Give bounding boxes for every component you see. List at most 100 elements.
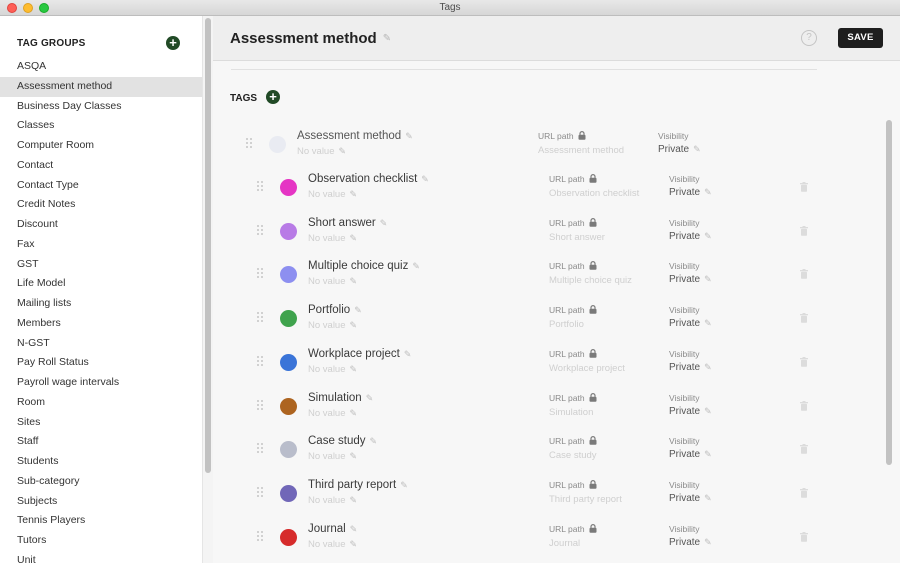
visibility-value[interactable]: Private ✎ bbox=[669, 362, 712, 373]
edit-description-pencil-icon[interactable]: ✎ bbox=[350, 189, 358, 199]
main-scrollbar-thumb[interactable] bbox=[886, 120, 892, 465]
drag-handle-icon[interactable] bbox=[257, 181, 263, 191]
tag-name[interactable]: Portfolio ✎ bbox=[308, 304, 362, 316]
sidebar-item[interactable]: Business Day Classes bbox=[0, 97, 202, 117]
sidebar-item[interactable]: Members bbox=[0, 314, 202, 334]
edit-name-pencil-icon[interactable]: ✎ bbox=[350, 524, 358, 534]
visibility-value[interactable]: Private ✎ bbox=[669, 187, 712, 198]
tag-name[interactable]: Short answer ✎ bbox=[308, 217, 387, 229]
tag-description[interactable]: No value ✎ bbox=[308, 320, 357, 331]
edit-visibility-pencil-icon[interactable]: ✎ bbox=[704, 362, 712, 372]
drag-handle-icon[interactable] bbox=[257, 486, 263, 497]
tag-color-swatch[interactable] bbox=[280, 310, 297, 328]
tag-color-swatch[interactable] bbox=[280, 397, 297, 415]
delete-tag-trash-icon[interactable] bbox=[800, 179, 808, 192]
delete-tag-trash-icon[interactable] bbox=[800, 529, 808, 542]
drag-handle-icon[interactable] bbox=[257, 355, 263, 366]
tag-name[interactable]: Third party report ✎ bbox=[308, 479, 408, 491]
visibility-value[interactable]: Private ✎ bbox=[669, 493, 712, 504]
sidebar-item[interactable]: Subjects bbox=[0, 492, 202, 512]
sidebar-item[interactable]: Credit Notes bbox=[0, 195, 202, 215]
tag-name[interactable]: Multiple choice quiz ✎ bbox=[308, 260, 420, 272]
visibility-value[interactable]: Private ✎ bbox=[669, 537, 712, 548]
tag-description[interactable]: No value ✎ bbox=[308, 451, 357, 462]
tag-description[interactable]: No value ✎ bbox=[308, 189, 357, 200]
delete-tag-trash-icon[interactable] bbox=[800, 310, 808, 323]
edit-visibility-pencil-icon[interactable]: ✎ bbox=[704, 493, 712, 503]
tag-description[interactable]: No value ✎ bbox=[308, 364, 357, 375]
edit-name-pencil-icon[interactable]: ✎ bbox=[405, 131, 413, 141]
tag-color-swatch[interactable] bbox=[269, 136, 286, 153]
drag-handle-icon[interactable] bbox=[246, 138, 252, 148]
sidebar-scrollbar[interactable] bbox=[202, 16, 213, 563]
edit-name-pencil-icon[interactable]: ✎ bbox=[366, 393, 374, 403]
sidebar-item[interactable]: Contact Type bbox=[0, 176, 202, 196]
tag-color-swatch[interactable] bbox=[280, 179, 297, 196]
tag-color-swatch[interactable] bbox=[280, 528, 297, 546]
drag-handle-icon[interactable] bbox=[257, 268, 263, 279]
tag-name[interactable]: Observation checklist ✎ bbox=[308, 173, 429, 185]
add-tag-group-button[interactable]: + bbox=[166, 36, 180, 50]
sidebar-item[interactable]: Fax bbox=[0, 235, 202, 255]
visibility-value[interactable]: Private ✎ bbox=[669, 449, 712, 460]
tag-name[interactable]: Journal ✎ bbox=[308, 523, 357, 535]
tag-name[interactable]: Workplace project ✎ bbox=[308, 348, 411, 360]
sidebar-item[interactable]: Unit bbox=[0, 551, 202, 563]
sidebar-item[interactable]: Discount bbox=[0, 215, 202, 235]
visibility-value[interactable]: Private ✎ bbox=[658, 144, 701, 155]
delete-tag-trash-icon[interactable] bbox=[800, 441, 808, 454]
sidebar-item[interactable]: Computer Room bbox=[0, 136, 202, 156]
edit-visibility-pencil-icon[interactable]: ✎ bbox=[704, 406, 712, 416]
sidebar-item[interactable]: Mailing lists bbox=[0, 294, 202, 314]
edit-description-pencil-icon[interactable]: ✎ bbox=[350, 495, 358, 505]
sidebar-item[interactable]: N-GST bbox=[0, 334, 202, 354]
sidebar-item[interactable]: GST bbox=[0, 255, 202, 275]
edit-description-pencil-icon[interactable]: ✎ bbox=[350, 539, 358, 549]
visibility-value[interactable]: Private ✎ bbox=[669, 406, 712, 417]
tag-color-swatch[interactable] bbox=[280, 222, 297, 240]
help-icon[interactable]: ? bbox=[801, 30, 817, 46]
delete-tag-trash-icon[interactable] bbox=[800, 398, 808, 411]
visibility-value[interactable]: Private ✎ bbox=[669, 274, 712, 285]
drag-handle-icon[interactable] bbox=[257, 312, 263, 323]
edit-visibility-pencil-icon[interactable]: ✎ bbox=[693, 144, 701, 154]
add-tag-button[interactable]: + bbox=[266, 90, 280, 104]
tag-name[interactable]: Assessment method ✎ bbox=[297, 130, 413, 142]
edit-visibility-pencil-icon[interactable]: ✎ bbox=[704, 274, 712, 284]
sidebar-item[interactable]: Tennis Players bbox=[0, 511, 202, 531]
edit-name-pencil-icon[interactable]: ✎ bbox=[400, 480, 408, 490]
sidebar-item[interactable]: Sites bbox=[0, 413, 202, 433]
tag-color-swatch[interactable] bbox=[280, 266, 297, 284]
sidebar-item[interactable]: Tutors bbox=[0, 531, 202, 551]
sidebar-item[interactable]: Classes bbox=[0, 116, 202, 136]
delete-tag-trash-icon[interactable] bbox=[800, 485, 808, 498]
edit-visibility-pencil-icon[interactable]: ✎ bbox=[704, 449, 712, 459]
sidebar-scrollbar-thumb[interactable] bbox=[205, 18, 211, 473]
edit-title-pencil-icon[interactable]: ✎ bbox=[383, 33, 391, 44]
tag-description[interactable]: No value ✎ bbox=[297, 146, 346, 157]
tag-description[interactable]: No value ✎ bbox=[308, 276, 357, 287]
tag-description[interactable]: No value ✎ bbox=[308, 233, 357, 244]
drag-handle-icon[interactable] bbox=[257, 399, 263, 410]
edit-name-pencil-icon[interactable]: ✎ bbox=[404, 349, 412, 359]
sidebar-item[interactable]: Life Model bbox=[0, 274, 202, 294]
visibility-value[interactable]: Private ✎ bbox=[669, 318, 712, 329]
sidebar-item[interactable]: Assessment method bbox=[0, 76, 202, 97]
visibility-value[interactable]: Private ✎ bbox=[669, 231, 712, 242]
save-button[interactable]: SAVE bbox=[838, 28, 883, 48]
delete-tag-trash-icon[interactable] bbox=[800, 266, 808, 280]
sidebar-item[interactable]: Room bbox=[0, 393, 202, 413]
drag-handle-icon[interactable] bbox=[257, 224, 263, 235]
sidebar-item[interactable]: ASQA bbox=[0, 57, 202, 77]
sidebar-item[interactable]: Sub-category bbox=[0, 472, 202, 492]
sidebar-item[interactable]: Students bbox=[0, 452, 202, 472]
edit-name-pencil-icon[interactable]: ✎ bbox=[354, 305, 362, 315]
tag-name[interactable]: Simulation ✎ bbox=[308, 392, 373, 404]
delete-tag-trash-icon[interactable] bbox=[800, 354, 808, 367]
sidebar-item[interactable]: Staff bbox=[0, 432, 202, 452]
drag-handle-icon[interactable] bbox=[257, 443, 263, 454]
tag-description[interactable]: No value ✎ bbox=[308, 539, 357, 550]
edit-description-pencil-icon[interactable]: ✎ bbox=[339, 146, 347, 156]
tag-color-swatch[interactable] bbox=[280, 441, 297, 459]
maximize-window-button[interactable] bbox=[39, 3, 49, 13]
